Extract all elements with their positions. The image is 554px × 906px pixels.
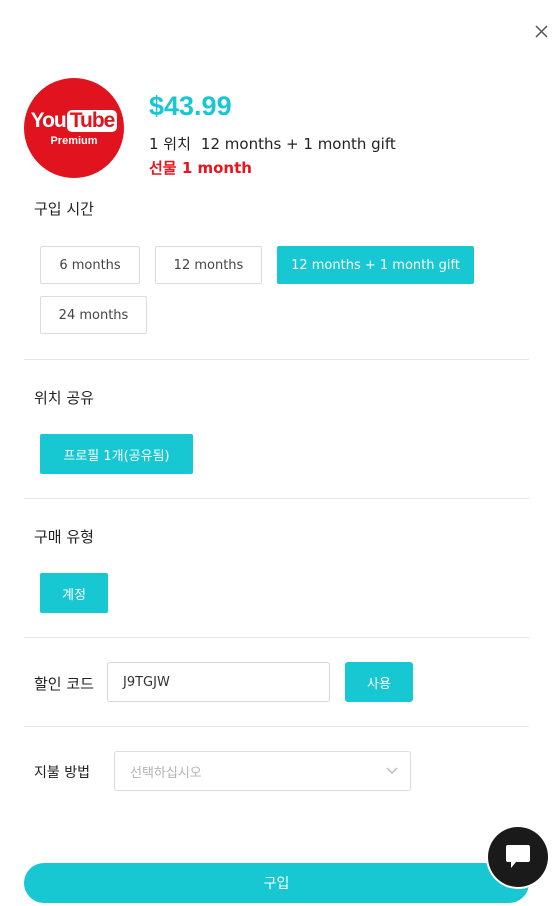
youtube-premium-logo: You Tube Premium	[24, 78, 124, 178]
discount-code-label: 할인 코드	[34, 675, 94, 693]
location-share-label: 위치 공유	[34, 389, 94, 407]
option-6-months[interactable]: 6 months	[40, 246, 140, 284]
price: $43.99	[149, 91, 232, 121]
close-icon[interactable]	[532, 22, 550, 40]
divider	[24, 359, 529, 360]
option-12-months[interactable]: 12 months	[155, 246, 262, 284]
logo-text-you: You	[30, 108, 67, 132]
purchase-time-label: 구입 시간	[34, 200, 94, 218]
chevron-down-icon	[386, 767, 398, 774]
divider	[24, 726, 529, 727]
payment-method-label: 지불 방법	[34, 765, 90, 781]
divider	[24, 498, 529, 499]
logo-text-tube: Tube	[66, 109, 118, 132]
discount-code-input[interactable]: J9TGJW	[107, 662, 330, 702]
gift-note: 선물 1 month	[149, 159, 252, 177]
chat-button[interactable]	[488, 827, 548, 887]
payment-method-placeholder: 선택하십시오	[130, 765, 202, 781]
logo-subtitle: Premium	[50, 134, 98, 147]
option-24-months[interactable]: 24 months	[40, 296, 147, 334]
divider	[24, 637, 529, 638]
apply-code-button[interactable]: 사용	[345, 662, 413, 702]
plan-period: 12 months + 1 month gift	[200, 135, 396, 153]
payment-method-select[interactable]: 선택하십시오	[114, 751, 411, 791]
plan-summary: 1 위치 12 months + 1 month gift	[149, 133, 396, 154]
profile-share-option[interactable]: 프로필 1개(공유됨)	[40, 434, 193, 474]
option-12-months-gift[interactable]: 12 months + 1 month gift	[277, 246, 474, 284]
seat-count: 1 위치	[149, 135, 191, 153]
account-type-option[interactable]: 계정	[40, 573, 108, 613]
chat-bubble-icon	[506, 845, 530, 868]
buy-button[interactable]: 구입	[24, 863, 529, 903]
purchase-type-label: 구매 유형	[34, 528, 94, 546]
